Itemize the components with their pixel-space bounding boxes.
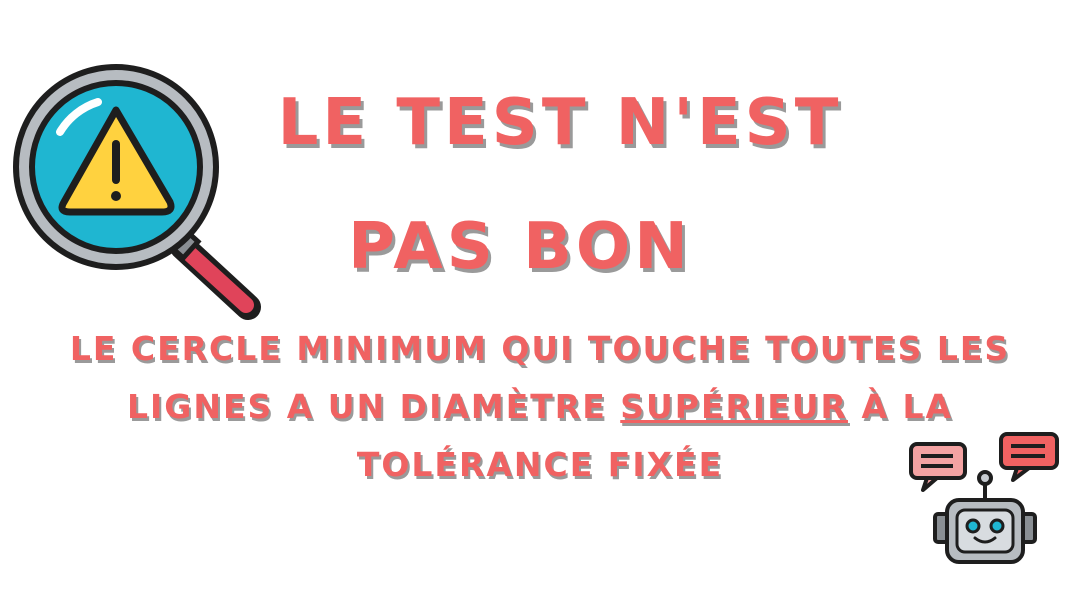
robot-chat-icon	[909, 432, 1059, 564]
message-line-1: LE CERCLE MINIMUM QUI TOUCHE TOUTES LES	[69, 329, 1011, 368]
message-line-2-end: À LA	[847, 387, 954, 426]
emphasis-word: SUPÉRIEUR	[620, 387, 848, 426]
error-message: LE CERCLE MINIMUM QUI TOUCHE TOUTES LES …	[40, 320, 1040, 494]
message-line-2: LIGNES A UN DIAMÈTRE SUPÉRIEUR À LA	[40, 378, 1040, 436]
message-line-3: TOLÉRANCE FIXÉE	[356, 445, 724, 484]
magnifier-warning-icon	[13, 64, 261, 320]
message-line-2-start: LIGNES A UN DIAMÈTRE	[126, 387, 621, 426]
